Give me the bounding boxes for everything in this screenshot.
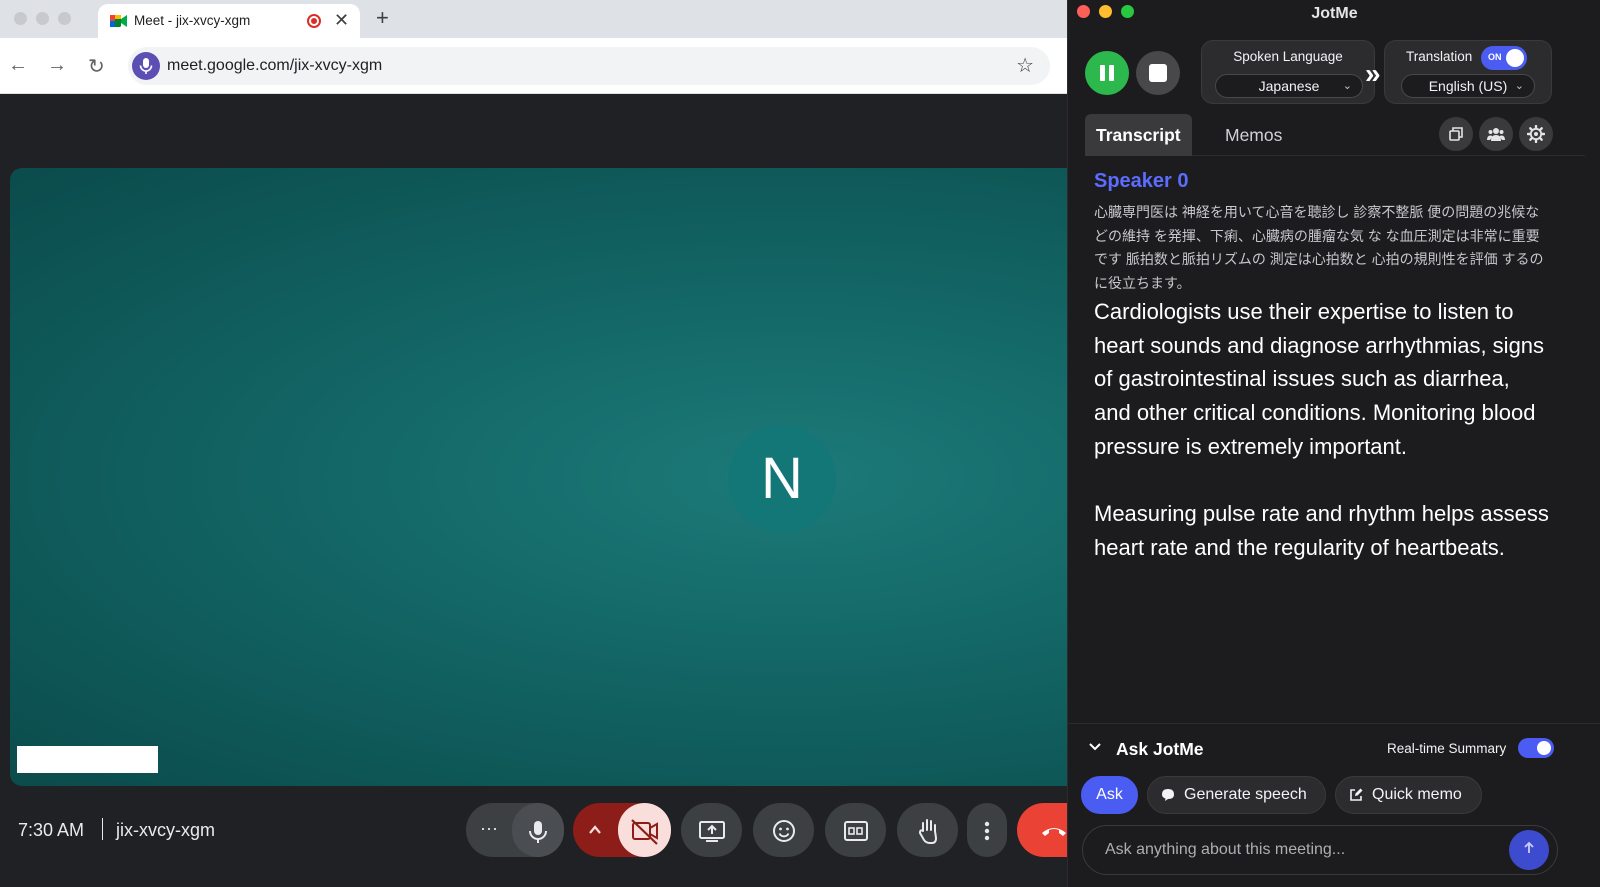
tab-bar: Meet - jix-xvcy-xgm ✕ + — [0, 0, 1090, 38]
quick-memo-button[interactable]: Quick memo — [1335, 776, 1482, 814]
translation-toggle[interactable]: ON — [1481, 46, 1527, 70]
minimize-window-button[interactable] — [36, 12, 49, 25]
participant-name-label — [17, 746, 158, 773]
address-bar: ← → ↻ meet.google.com/jix-xvcy-xgm ☆ — [0, 38, 1090, 94]
translated-paragraph: Cardiologists use their expertise to lis… — [1094, 299, 1545, 459]
zoom-window-button[interactable] — [58, 12, 71, 25]
microphone-icon — [529, 820, 547, 843]
translation-box: Translation ON English (US) ⌄ — [1384, 40, 1552, 104]
more-options-button[interactable] — [967, 803, 1007, 857]
send-button[interactable] — [1509, 830, 1549, 870]
ask-jotme-section: Ask JotMe Real-time Summary Ask Generate… — [1068, 723, 1600, 887]
audio-options-icon[interactable]: ··· — [480, 801, 498, 855]
more-vertical-icon — [984, 821, 990, 840]
ask-input[interactable] — [1082, 825, 1558, 875]
toggle-knob — [1506, 49, 1524, 67]
arrow-up-icon — [1524, 841, 1534, 853]
pause-icon — [1100, 65, 1114, 81]
translation-label: Translation — [1406, 49, 1473, 64]
realtime-summary-label: Real-time Summary — [1387, 741, 1507, 756]
new-tab-button[interactable]: + — [376, 5, 389, 31]
stop-recording-button[interactable] — [1136, 51, 1180, 95]
browser-window: Meet - jix-xvcy-xgm ✕ + ← → ↻ meet.googl… — [0, 0, 1090, 887]
toggle-knob — [1537, 741, 1551, 755]
close-window-button[interactable] — [14, 12, 27, 25]
camera-off-icon — [631, 818, 658, 845]
people-icon — [1487, 127, 1505, 141]
reactions-button[interactable] — [753, 803, 814, 857]
translation-language-select[interactable]: English (US) ⌄ — [1401, 74, 1535, 98]
participant-avatar: N — [728, 425, 836, 533]
copy-icon — [1449, 126, 1463, 141]
tab-memos[interactable]: Memos — [1214, 114, 1293, 156]
chevron-down-icon: ⌄ — [1342, 80, 1352, 92]
translated-paragraph: Measuring pulse rate and rhythm helps as… — [1094, 501, 1549, 560]
camera-toggle-button[interactable] — [618, 803, 671, 857]
translation-toggle-state: ON — [1488, 52, 1502, 62]
gear-icon — [1526, 124, 1546, 143]
generate-speech-button[interactable]: Generate speech — [1147, 776, 1326, 814]
tab-meet[interactable]: Meet - jix-xvcy-xgm ✕ — [98, 4, 360, 38]
tab-close-icon[interactable]: ✕ — [334, 10, 349, 31]
ask-jotme-title: Ask JotMe — [1116, 739, 1204, 759]
reload-icon[interactable]: ↻ — [88, 54, 105, 79]
recording-icon — [307, 14, 321, 28]
raise-hand-button[interactable] — [897, 803, 958, 857]
hang-up-icon — [1041, 827, 1066, 836]
spoken-language-value: Japanese — [1258, 78, 1320, 94]
original-transcript-text: 心臓専門医は 神経を用いて心音を聴診し 診察不整脈 便の問題の兆候などの維持 を… — [1094, 204, 1544, 291]
quick-memo-label: Quick memo — [1372, 786, 1462, 803]
back-arrow-icon[interactable]: ← — [8, 54, 28, 77]
app-title: JotMe — [1311, 5, 1358, 22]
meeting-code: jix-xvcy-xgm — [116, 820, 215, 840]
spoken-language-select[interactable]: Japanese ⌄ — [1215, 74, 1363, 98]
collapse-chevron-icon[interactable] — [1088, 740, 1102, 755]
microphone-button[interactable] — [512, 803, 564, 857]
raise-hand-icon — [918, 818, 937, 844]
url-text: meet.google.com/jix-xvcy-xgm — [167, 57, 383, 74]
translated-transcript: Cardiologists use their expertise to lis… — [1094, 295, 1549, 598]
jotme-panel: JotMe Spoken Language Japanese ⌄ » Trans… — [1067, 0, 1600, 887]
copy-button[interactable] — [1439, 117, 1473, 151]
present-screen-icon — [698, 820, 725, 842]
google-meet-icon — [110, 15, 127, 27]
camera-control-group — [573, 803, 671, 857]
participant-tile: N — [10, 168, 1090, 786]
mic-permission-icon[interactable] — [132, 52, 160, 80]
translation-language-value: English (US) — [1428, 78, 1508, 94]
forward-arrow-icon[interactable]: → — [47, 54, 67, 77]
realtime-summary-toggle[interactable] — [1518, 738, 1554, 758]
speakers-button[interactable] — [1479, 117, 1513, 151]
settings-button[interactable] — [1519, 117, 1553, 151]
ask-button[interactable]: Ask — [1081, 776, 1138, 814]
tab-title: Meet - jix-xvcy-xgm — [134, 13, 251, 28]
bookmark-star-icon[interactable]: ☆ — [1016, 53, 1034, 78]
omnibox[interactable]: meet.google.com/jix-xvcy-xgm ☆ — [128, 47, 1050, 85]
edit-note-icon — [1350, 788, 1363, 801]
panel-tabs: Transcript Memos — [1085, 114, 1585, 156]
generate-speech-label: Generate speech — [1184, 786, 1307, 803]
speaker-name: Speaker 0 — [1094, 170, 1189, 192]
pause-recording-button[interactable] — [1085, 51, 1129, 95]
spoken-language-box: Spoken Language Japanese ⌄ — [1201, 40, 1375, 104]
emoji-icon — [772, 819, 795, 842]
closed-captions-icon — [843, 820, 868, 841]
present-screen-button[interactable] — [681, 803, 742, 857]
chevron-down-icon: ⌄ — [1514, 80, 1524, 92]
speech-bubble-icon — [1162, 788, 1174, 801]
captions-button[interactable] — [825, 803, 886, 857]
translate-direction-icon: » — [1365, 58, 1380, 89]
audio-control-group: ··· — [466, 803, 564, 857]
meeting-time: 7:30 AM — [18, 820, 85, 840]
tab-transcript[interactable]: Transcript — [1085, 114, 1192, 156]
camera-options-chevron-icon[interactable] — [585, 803, 605, 857]
spoken-language-label: Spoken Language — [1233, 49, 1343, 64]
footer-divider — [102, 818, 103, 840]
